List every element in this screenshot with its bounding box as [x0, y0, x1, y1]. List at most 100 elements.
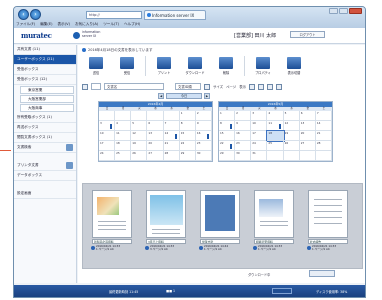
calendar-day[interactable]: 5: [131, 121, 148, 131]
field-select[interactable]: 文書名: [104, 83, 164, 90]
calendar-day[interactable]: 6: [147, 121, 164, 131]
calendar-day[interactable]: [131, 111, 148, 121]
calendar-day[interactable]: 1: [179, 111, 196, 121]
logout-button[interactable]: ログアウト: [290, 31, 325, 38]
menu-view[interactable]: 表示(V): [58, 21, 70, 27]
calendar-day[interactable]: 27: [299, 141, 316, 151]
calendar-day[interactable]: 29: [179, 151, 196, 161]
calendar-day[interactable]: 21: [315, 131, 332, 141]
delete-button[interactable]: 削除: [212, 56, 240, 78]
list-view-icon[interactable]: [257, 83, 264, 90]
calendar-day[interactable]: 24: [251, 141, 268, 151]
calendar-day[interactable]: 11: [115, 131, 132, 141]
calendar-day[interactable]: 22: [219, 141, 236, 151]
menu-tools[interactable]: ツール(T): [103, 21, 119, 27]
calendar-day[interactable]: [99, 111, 116, 121]
sidebar-item-shared[interactable]: 共有文書 (11): [14, 45, 76, 55]
sort-order-icon[interactable]: [204, 83, 210, 90]
calendar-day[interactable]: 28: [163, 151, 180, 161]
calendar-day[interactable]: 28: [315, 141, 332, 151]
menu-file[interactable]: ファイル(F): [16, 21, 35, 27]
back-icon[interactable]: ‹: [18, 9, 29, 20]
calendar-day[interactable]: 7: [163, 121, 180, 131]
legend-toggle-button[interactable]: [309, 270, 335, 277]
calendar-day[interactable]: 11: [267, 121, 284, 131]
calendar-day[interactable]: [115, 111, 132, 121]
sidebar-item-user-box[interactable]: ユーザーボックス (21): [14, 55, 76, 65]
sidebar-item-printer[interactable]: プリンタ文書: [14, 161, 76, 171]
calendar-day[interactable]: 21: [163, 141, 180, 151]
sidebar-item-resend[interactable]: 再送ボックス: [14, 123, 76, 133]
calendar-day[interactable]: 31: [251, 151, 268, 161]
calendar-day[interactable]: 8: [219, 121, 236, 131]
calendar-day[interactable]: 13: [299, 121, 316, 131]
menu-edit[interactable]: 編集(E): [40, 21, 52, 27]
info-icon[interactable]: [91, 246, 95, 250]
calendar-day[interactable]: 14: [163, 131, 180, 141]
calendar-day[interactable]: [299, 151, 316, 161]
sidebar-item-data-box[interactable]: データボックス: [14, 171, 76, 181]
help-icon[interactable]: [275, 83, 282, 90]
calendar-day[interactable]: 29: [219, 151, 236, 161]
calendar-day[interactable]: 8: [179, 121, 196, 131]
calendar-day[interactable]: 24: [99, 151, 116, 161]
forward-icon[interactable]: ›: [30, 9, 41, 20]
prev-month-icon[interactable]: ◀: [158, 93, 164, 99]
calendar-day[interactable]: 9: [235, 121, 252, 131]
sidebar-item-settings[interactable]: 設定画面: [14, 189, 76, 199]
calendar-day[interactable]: 18: [115, 141, 132, 151]
browser-tab[interactable]: Information server IX: [144, 10, 206, 20]
calendar-day[interactable]: 13: [147, 131, 164, 141]
calendar-day[interactable]: 4: [267, 111, 284, 121]
calendar-day[interactable]: 19: [131, 141, 148, 151]
calendar-day[interactable]: 22: [179, 141, 196, 151]
info-icon[interactable]: [199, 246, 203, 250]
calendar-day[interactable]: 23: [235, 141, 252, 151]
grid-view-icon[interactable]: [248, 83, 255, 90]
sidebar-item-osaka-shoji[interactable]: 大阪商事: [20, 104, 74, 112]
calendar-day[interactable]: 14: [315, 121, 332, 131]
send-button[interactable]: 送信: [82, 56, 110, 78]
page-control[interactable]: [272, 288, 292, 294]
document-card[interactable]: 組織変更資料 2016/04/21 14:33 1 ページ/1 A4: [251, 190, 298, 264]
calendar-day[interactable]: 27: [147, 151, 164, 161]
calendar-day[interactable]: 17: [251, 131, 268, 141]
document-card[interactable]: 3月売上資料 2016/04/21 14:33 3 ページ/1 A4: [143, 190, 190, 264]
calendar-day[interactable]: 30: [195, 151, 212, 161]
calendar-day[interactable]: [147, 111, 164, 121]
sidebar-item-inbox[interactable]: 受信ボックス: [14, 65, 76, 75]
properties-button[interactable]: プロパティ: [249, 56, 277, 78]
sidebar-item-osaka-sales[interactable]: 大阪営業部: [20, 95, 74, 103]
calendar-day[interactable]: 23: [195, 141, 212, 151]
address-bar[interactable]: http://: [86, 11, 142, 19]
calendar-day[interactable]: 10: [251, 121, 268, 131]
calendar-day[interactable]: [283, 151, 300, 161]
sidebar-item-tokyo[interactable]: 東京営業: [20, 86, 74, 94]
calendar-day[interactable]: 2: [195, 111, 212, 121]
calendar-day[interactable]: 6: [299, 111, 316, 121]
document-card[interactable]: 社内報告 2016/04/21 14:33 1 ページ/1 A4: [305, 190, 352, 264]
calendar-day[interactable]: 16: [195, 131, 212, 141]
sidebar-item-read[interactable]: 閲覧文書ボックス (1): [14, 133, 76, 143]
sidebar-item-owned[interactable]: 所有受取ボックス (1): [14, 113, 76, 123]
next-month-icon[interactable]: ▶: [204, 93, 210, 99]
minimize-icon[interactable]: [329, 8, 338, 14]
calendar-day[interactable]: 10: [99, 131, 116, 141]
calendar-day[interactable]: [163, 111, 180, 121]
calendar-day[interactable]: 4: [115, 121, 132, 131]
calendar-day[interactable]: 16: [235, 131, 252, 141]
calendar-day[interactable]: 20: [147, 141, 164, 151]
maximize-icon[interactable]: [339, 8, 348, 14]
calendar-day[interactable]: 5: [283, 111, 300, 121]
menu-help[interactable]: ヘルプ(H): [124, 21, 140, 27]
calendar-day[interactable]: 12: [131, 131, 148, 141]
calendar-day[interactable]: 19: [283, 131, 300, 141]
calendar-day[interactable]: 3: [251, 111, 268, 121]
info-icon[interactable]: [253, 246, 257, 250]
close-icon[interactable]: [349, 8, 362, 14]
calendar-day[interactable]: 15: [179, 131, 196, 141]
detail-view-icon[interactable]: [266, 83, 273, 90]
calendar-day[interactable]: 18: [266, 130, 285, 142]
menu-favorites[interactable]: お気に入り(A): [75, 21, 98, 27]
refresh-icon[interactable]: [82, 83, 88, 90]
